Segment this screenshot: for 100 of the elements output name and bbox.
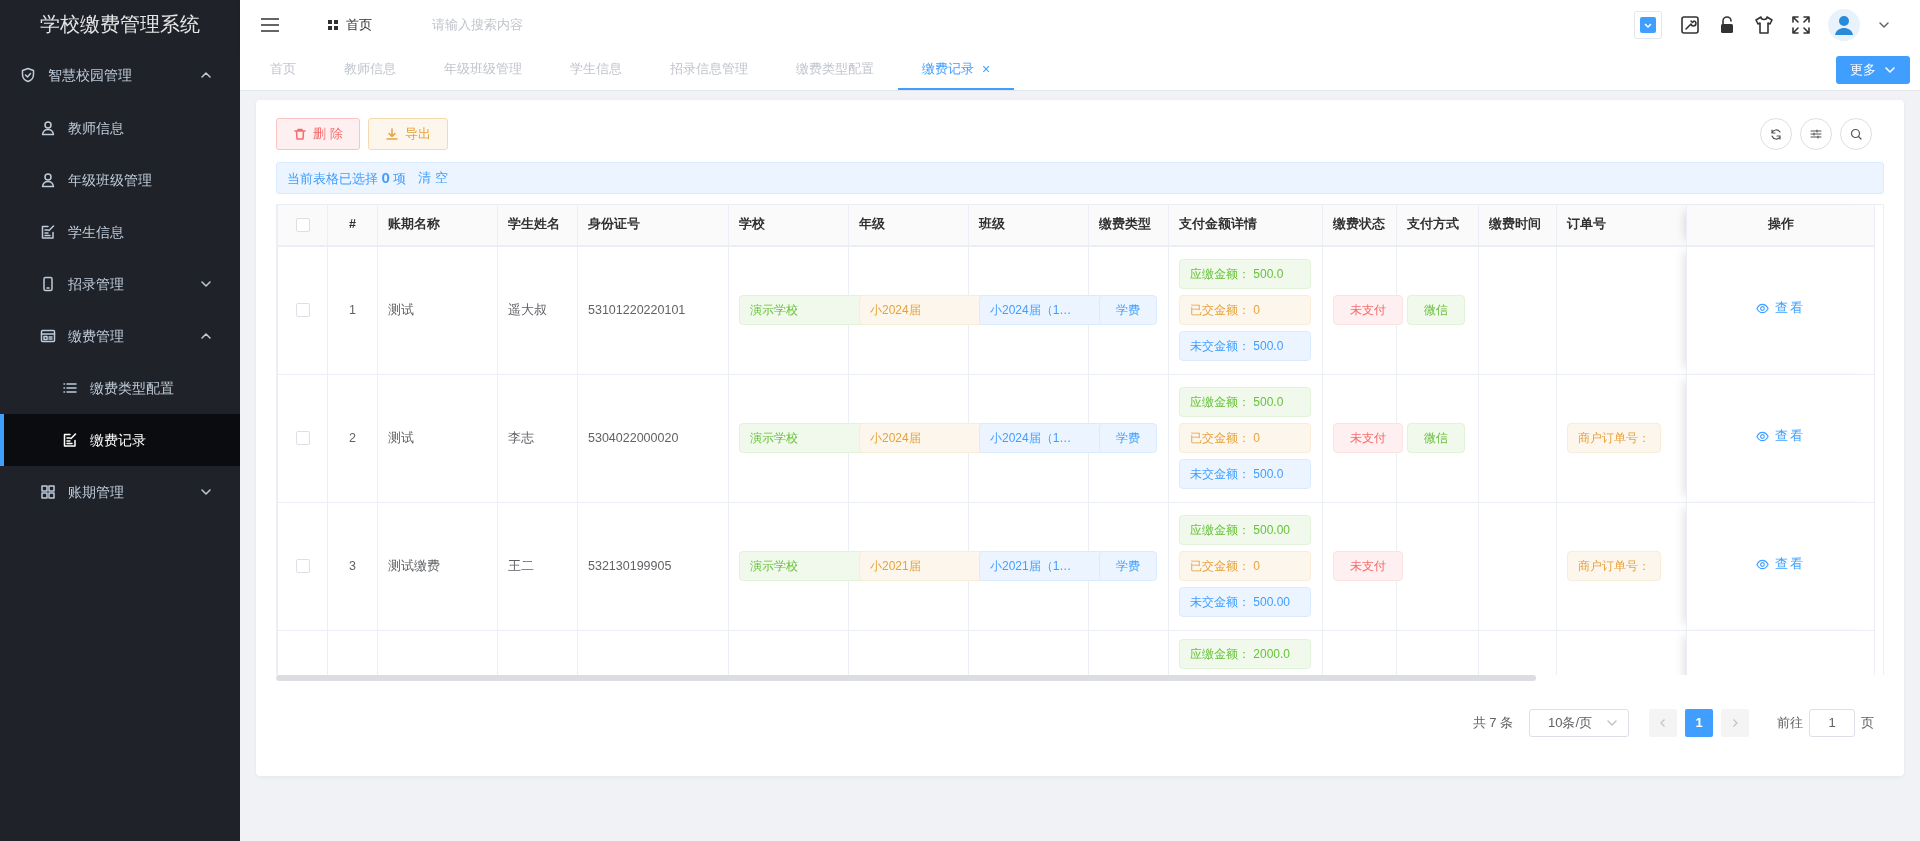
column-header: 缴费类型 (1088, 205, 1169, 245)
sidebar-item[interactable]: 缴费管理 (0, 310, 240, 362)
table-cell: 532130199905 (577, 502, 729, 630)
delete-button[interactable]: 删 除 (276, 118, 360, 150)
page-number-button[interactable]: 1 (1685, 708, 1713, 737)
clear-link[interactable]: 清 空 (418, 168, 448, 188)
sidebar-item[interactable]: 招录管理 (0, 258, 240, 310)
sidebar-item[interactable]: 智慧校园管理 (0, 48, 240, 102)
view-link[interactable]: 查看 (1756, 427, 1805, 446)
edit-icon (40, 224, 56, 240)
table-cell: 5304022000020 (577, 374, 729, 502)
avatar[interactable] (1828, 9, 1860, 41)
edit-icon (62, 432, 78, 448)
shield-icon (20, 67, 36, 83)
amount-tag: 已交金额： 0 (1179, 423, 1311, 453)
select-all-checkbox[interactable] (295, 218, 310, 233)
id-card-icon (40, 328, 56, 344)
table-cell: 1 (327, 246, 378, 374)
tab[interactable]: 首页 (246, 50, 320, 90)
column-header: 支付金额详情 (1168, 205, 1323, 245)
chevron-down-icon (200, 486, 212, 498)
filter-button[interactable] (1800, 118, 1832, 150)
download-icon (384, 127, 399, 141)
more-button[interactable]: 更多 (1836, 56, 1910, 84)
grid-icon (40, 484, 56, 500)
chevron-right-icon (1730, 717, 1740, 728)
order-number-tag: 商户订单号： (1567, 423, 1661, 453)
lock-icon[interactable] (1718, 15, 1736, 35)
table-cell: 3 (327, 502, 378, 630)
table-cell: 王二 (497, 502, 578, 630)
chevron-down-icon (200, 278, 212, 290)
sidebar-item[interactable]: 缴费类型配置 (0, 362, 240, 414)
view-link[interactable]: 查看 (1756, 299, 1805, 318)
goto-page-field[interactable]: 1 (1809, 708, 1855, 737)
sidebar-item[interactable]: 年级班级管理 (0, 154, 240, 206)
horizontal-scrollbar[interactable] (276, 674, 1536, 681)
page-suffix-text: 页 (1861, 713, 1874, 732)
row-checkbox[interactable] (295, 303, 310, 318)
status-tag: 未支付 (1333, 423, 1403, 453)
refresh-icon (1769, 127, 1783, 141)
tab[interactable]: 教师信息 (320, 50, 420, 90)
chevron-down-icon[interactable] (1878, 19, 1890, 31)
amount-tag: 已交金额： 0 (1179, 551, 1311, 581)
breadcrumb-link[interactable]: 首页 (328, 15, 372, 35)
search-button[interactable] (1840, 118, 1872, 150)
tab[interactable]: 学生信息 (546, 50, 646, 90)
table-cell: 2 (327, 374, 378, 502)
tab[interactable]: 缴费类型配置 (772, 50, 898, 90)
amount-tag: 未交金额： 500.00 (1179, 587, 1311, 617)
user-icon (40, 120, 56, 136)
eye-icon (1756, 430, 1769, 444)
sidebar-item[interactable]: 账期管理 (0, 466, 240, 518)
eye-icon (1756, 558, 1769, 572)
search-field[interactable]: 请输入搜索内容 (430, 14, 650, 36)
tool-icon[interactable] (1680, 15, 1700, 35)
view-link[interactable]: 查看 (1756, 555, 1805, 574)
column-header: 学校 (728, 205, 849, 245)
refresh-button[interactable] (1760, 118, 1792, 150)
amount-tag: 应缴金额： 500.0 (1179, 387, 1311, 417)
table-cell: 测试缴费 (377, 502, 498, 630)
tab[interactable]: 缴费记录 × (898, 50, 1015, 90)
table-cell: 李志 (497, 374, 578, 502)
shirt-icon[interactable] (1754, 15, 1774, 35)
fullscreen-icon[interactable] (1792, 16, 1810, 34)
fee-type-tag: 学费 (1099, 551, 1157, 581)
grid-icon (328, 20, 338, 30)
table-cell: 53101220220101 (577, 246, 729, 374)
row-checkbox[interactable] (295, 431, 310, 446)
column-header: 班级 (968, 205, 1089, 245)
chevron-down-icon (1640, 17, 1656, 33)
payment-method-tag: 微信 (1407, 423, 1465, 453)
amount-tag: 应缴金额： 500.00 (1179, 515, 1311, 545)
table-cell: 测试 (377, 374, 498, 502)
dropdown-toggle-button[interactable] (1634, 11, 1662, 39)
export-button[interactable]: 导出 (367, 118, 448, 150)
sidebar-item[interactable]: 缴费记录 (0, 414, 240, 466)
tab[interactable]: 年级班级管理 (420, 50, 546, 90)
row-checkbox[interactable] (295, 559, 310, 574)
menu-icon[interactable] (260, 15, 280, 35)
amount-tag: 未交金额： 500.0 (1179, 331, 1311, 361)
column-header: 操作 (1686, 205, 1875, 245)
sliders-icon (1809, 127, 1823, 141)
trash-icon (293, 127, 307, 141)
search-icon (1849, 127, 1863, 141)
page-size-select[interactable]: 10条/页 (1529, 708, 1629, 737)
column-header: 身份证号 (577, 205, 729, 245)
sidebar-item[interactable]: 教师信息 (0, 102, 240, 154)
column-header: 年级 (848, 205, 969, 245)
selection-count-text: 当前表格已选择 0 项 (287, 167, 407, 188)
status-tag: 未支付 (1333, 295, 1403, 325)
chevron-left-icon (1658, 717, 1668, 728)
chevron-up-icon (200, 330, 212, 342)
chevron-up-icon (200, 69, 212, 81)
tab[interactable]: 招录信息管理 (646, 50, 772, 90)
sidebar-item[interactable]: 学生信息 (0, 206, 240, 258)
column-header: 缴费时间 (1478, 205, 1557, 245)
close-icon[interactable]: × (982, 58, 991, 80)
status-tag: 未支付 (1333, 551, 1403, 581)
amount-tag: 未交金额： 500.0 (1179, 459, 1311, 489)
column-header: 账期名称 (377, 205, 498, 245)
